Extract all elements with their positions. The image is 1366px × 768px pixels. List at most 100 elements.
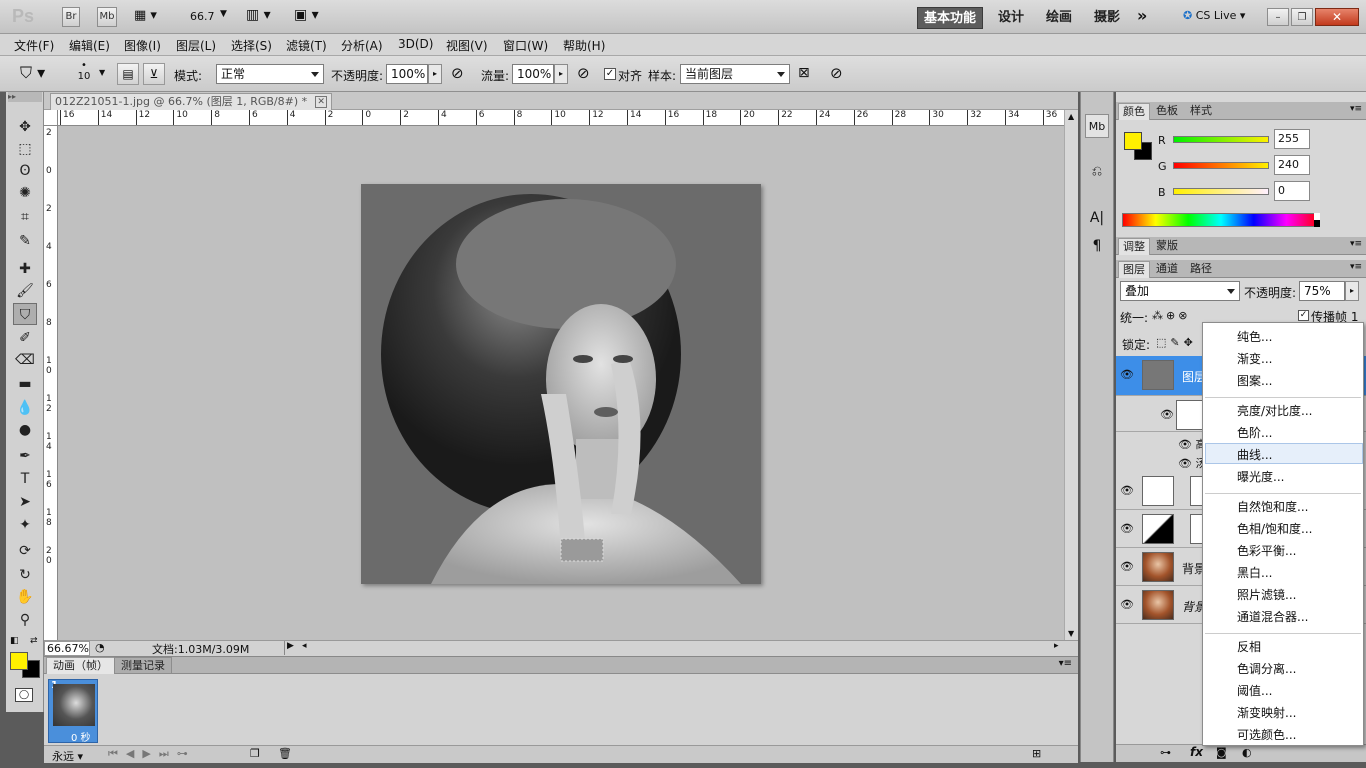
move-icon[interactable]: ✥ — [13, 116, 37, 138]
link-layers-icon[interactable]: ⊶ — [1160, 746, 1171, 759]
tab-swatches[interactable]: 色板 — [1152, 103, 1182, 120]
quick-mask-icon[interactable]: ◯ — [15, 688, 33, 702]
panel-menu-icon[interactable]: ▾≡ — [1059, 658, 1072, 669]
menu-item-brightness-contrast[interactable]: 亮度/对比度... — [1237, 402, 1313, 419]
foreground-color-swatch[interactable] — [10, 652, 28, 670]
menu-window[interactable]: 窗口(W) — [503, 37, 548, 54]
ruler-origin[interactable] — [44, 110, 58, 126]
flow-input[interactable]: 100% — [512, 64, 554, 84]
character-panel-icon[interactable]: A| — [1085, 206, 1109, 230]
layer-opacity-slider-button[interactable]: ▸ — [1345, 281, 1359, 301]
menu-filter[interactable]: 滤镜(T) — [286, 37, 327, 54]
menu-select[interactable]: 选择(S) — [231, 37, 272, 54]
status-info-icon[interactable]: ◔ — [95, 641, 105, 654]
status-menu-arrow-icon[interactable]: ▶ — [284, 641, 296, 655]
tab-measurement-log[interactable]: 测量记录 — [114, 657, 172, 674]
path-select-icon[interactable]: ➤ — [13, 491, 37, 513]
menu-item-vibrance[interactable]: 自然饱和度... — [1237, 498, 1308, 515]
minimize-button[interactable]: – — [1267, 8, 1289, 26]
swap-colors-icon[interactable]: ⇄ — [30, 636, 38, 646]
close-button[interactable]: ✕ — [1315, 8, 1359, 26]
duplicate-frame-icon[interactable]: ❐ — [250, 747, 260, 760]
canvas-image[interactable] — [361, 184, 761, 584]
menu-item-posterize[interactable]: 色调分离... — [1237, 660, 1296, 677]
tab-adjustments[interactable]: 调整 — [1118, 238, 1150, 255]
panel-menu-icon[interactable]: ▾≡ — [1350, 104, 1362, 114]
b-slider[interactable] — [1173, 188, 1269, 195]
menu-item-photo-filter[interactable]: 照片滤镜... — [1237, 586, 1296, 603]
menu-item-threshold[interactable]: 阈值... — [1237, 682, 1272, 699]
menu-image[interactable]: 图像(I) — [124, 37, 161, 54]
propagate-frame-checkbox[interactable]: ✓ — [1298, 310, 1309, 321]
eye-icon[interactable]: 👁 — [1120, 598, 1134, 611]
delete-frame-icon[interactable]: 🗑 — [278, 747, 292, 760]
g-slider[interactable] — [1173, 162, 1269, 169]
b-value[interactable]: 0 — [1274, 181, 1310, 201]
brush-picker[interactable]: • 10 — [76, 60, 92, 82]
scroll-left-icon[interactable]: ◂ — [302, 641, 307, 651]
unify-buttons[interactable]: ⁂⊕⊗ — [1152, 309, 1190, 322]
healing-icon[interactable]: ✚ — [13, 258, 37, 280]
bridge-button[interactable]: Br — [62, 7, 80, 27]
menu-analysis[interactable]: 分析(A) — [341, 37, 383, 54]
3d-rotate-icon[interactable]: ⟳ — [13, 540, 37, 562]
convert-timeline-icon[interactable]: ⊞ — [1032, 747, 1041, 760]
dodge-icon[interactable]: ● — [13, 419, 37, 441]
add-mask-icon[interactable]: ◙ — [1216, 746, 1227, 759]
vertical-scrollbar[interactable]: ▲ ▼ — [1064, 110, 1078, 640]
layer-opacity-input[interactable]: 75% — [1299, 281, 1345, 301]
arrange-documents-icon[interactable]: ▥ ▾ — [246, 7, 271, 23]
opacity-input[interactable]: 100% — [386, 64, 428, 84]
brush-icon[interactable]: 🖌 — [13, 280, 37, 302]
tablet-pressure-size-icon[interactable]: ⊘ — [830, 64, 843, 82]
history-brush-icon[interactable]: ✐ — [13, 327, 37, 349]
menu-item-selective-color[interactable]: 可选颜色... — [1237, 726, 1296, 743]
crop-icon[interactable]: ⌗ — [13, 206, 37, 228]
quick-select-icon[interactable]: ✺ — [13, 182, 37, 204]
playback-controls[interactable]: ⏮◀▶⏭⊶ — [108, 747, 196, 761]
cs-live-button[interactable]: ✪ CS Live ▾ — [1183, 9, 1245, 22]
tablet-pressure-opacity-icon[interactable]: ⊘ — [451, 64, 464, 82]
g-value[interactable]: 240 — [1274, 155, 1310, 175]
default-colors-icon[interactable]: ◧ — [10, 636, 19, 646]
r-slider[interactable] — [1173, 136, 1269, 143]
workspace-design[interactable]: 设计 — [991, 7, 1031, 29]
3d-orbit-icon[interactable]: ↻ — [13, 564, 37, 586]
tab-masks[interactable]: 蒙版 — [1152, 238, 1182, 255]
flow-slider-button[interactable]: ▸ — [554, 64, 568, 84]
menu-item-channel-mixer[interactable]: 通道混合器... — [1237, 608, 1308, 625]
airbrush-icon[interactable]: ⊘ — [577, 64, 590, 82]
eye-icon[interactable]: 👁 — [1120, 522, 1134, 535]
r-value[interactable]: 255 — [1274, 129, 1310, 149]
menu-item-levels[interactable]: 色阶... — [1237, 424, 1272, 441]
paragraph-panel-icon[interactable]: ¶ — [1085, 234, 1109, 258]
blur-icon[interactable]: 💧 — [13, 397, 37, 419]
mode-select[interactable]: 正常 — [216, 64, 324, 84]
menu-item-black-white[interactable]: 黑白... — [1237, 564, 1272, 581]
workspace-photography[interactable]: 摄影 — [1087, 7, 1127, 29]
menu-item-solid-color[interactable]: 纯色... — [1237, 328, 1272, 345]
view-extras-dropdown[interactable]: ▦ ▾ — [134, 8, 168, 26]
ignore-adjustment-layers-icon[interactable]: ⊠ — [798, 65, 810, 81]
tab-layers[interactable]: 图层 — [1118, 261, 1150, 278]
brush-picker-arrow-icon[interactable]: ▼ — [99, 68, 105, 77]
sample-select[interactable]: 当前图层 — [680, 64, 790, 84]
scroll-down-icon[interactable]: ▼ — [1068, 629, 1074, 638]
panel-menu-icon[interactable]: ▾≡ — [1350, 262, 1362, 272]
screen-mode-icon[interactable]: ▣ ▾ — [294, 7, 319, 23]
align-checkbox[interactable]: ✓ — [604, 68, 616, 80]
zoom-status-field[interactable]: 66.67% — [44, 641, 90, 656]
menu-item-gradient-map[interactable]: 渐变映射... — [1237, 704, 1296, 721]
hand-icon[interactable]: ✋ — [13, 586, 37, 608]
workspace-painting[interactable]: 绘画 — [1039, 7, 1079, 29]
zoom-icon[interactable]: ⚲ — [13, 609, 37, 631]
menu-view[interactable]: 视图(V) — [446, 37, 488, 54]
zoom-level[interactable]: 66.7 — [190, 10, 215, 23]
clone-stamp-icon[interactable]: ⛉ — [13, 303, 37, 325]
menu-3d[interactable]: 3D(D) — [398, 37, 433, 51]
layer-style-icon[interactable]: fx — [1190, 745, 1203, 759]
document-tab[interactable]: 012Z21051-1.jpg @ 66.7% (图层 1, RGB/8#) *… — [50, 93, 333, 110]
eye-icon[interactable]: 👁 — [1120, 368, 1134, 381]
menu-item-curves[interactable]: 曲线... — [1237, 446, 1272, 463]
loop-select[interactable]: 永远 ▾ — [52, 748, 83, 764]
